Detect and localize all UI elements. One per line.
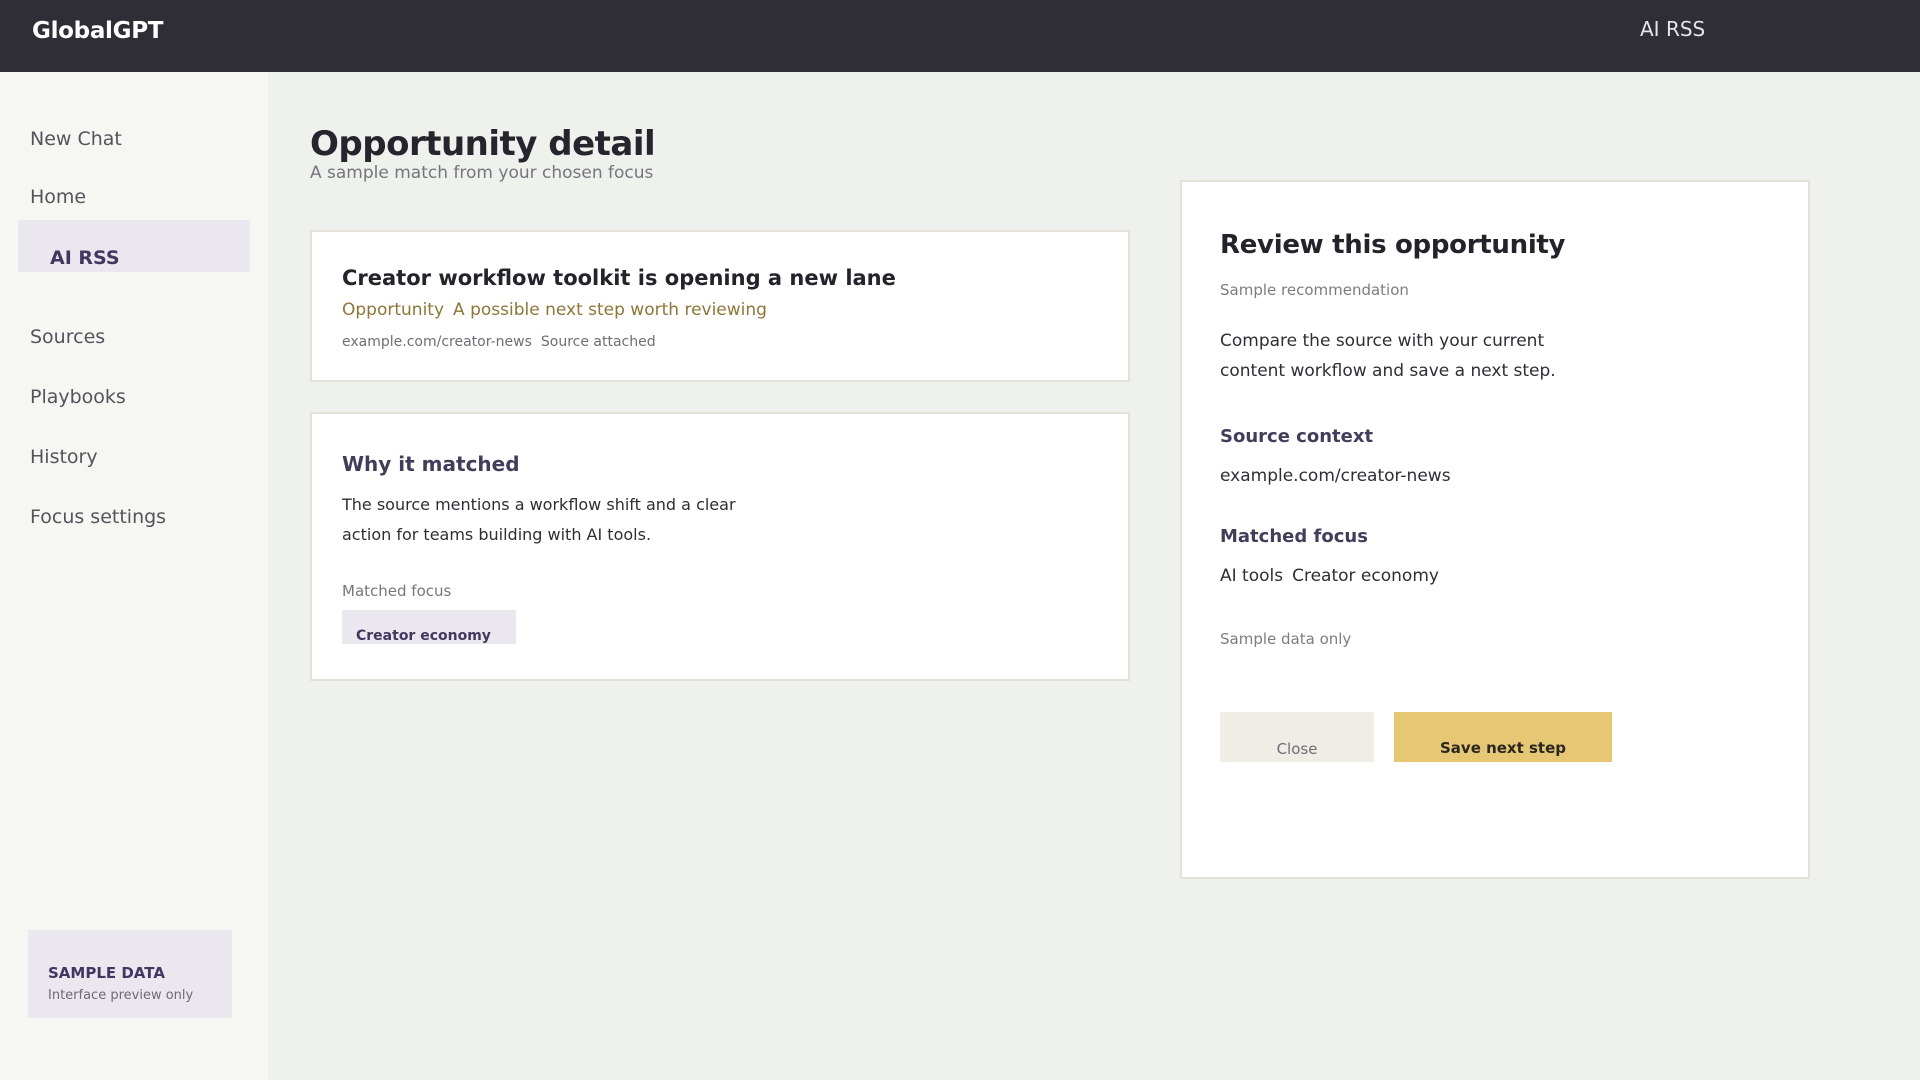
opportunity-source-line: example.com/creator-news Source attached: [342, 334, 656, 350]
source-context-value: example.com/creator-news: [1220, 466, 1451, 486]
review-panel-subtitle: Sample recommendation: [1220, 281, 1409, 299]
page-title: Opportunity detail: [310, 124, 656, 164]
sidebar-item-history[interactable]: History: [30, 446, 98, 468]
focus-tag: AI tools: [1220, 566, 1284, 586]
opportunity-card: Creator workflow toolkit is opening a ne…: [310, 230, 1130, 382]
opportunity-source: example.com/creator-news: [342, 334, 532, 350]
matched-focus-chip: Creator economy: [342, 610, 516, 644]
source-context-heading: Source context: [1220, 426, 1374, 447]
top-bar: GlobalGPT AI RSS: [0, 0, 1920, 72]
opportunity-source-status: Source attached: [540, 334, 656, 350]
opportunity-type: Opportunity: [342, 300, 445, 320]
sidebar-item-home[interactable]: Home: [30, 186, 86, 208]
sample-data-note: Sample data only: [1220, 630, 1352, 648]
why-matched-body: The source mentions a workflow shift and…: [342, 495, 736, 544]
why-matched-card: Why it matched The source mentions a wor…: [310, 412, 1130, 681]
sidebar-item-playbooks[interactable]: Playbooks: [30, 386, 126, 408]
page-subtitle: A sample match from your chosen focus: [310, 163, 654, 183]
sample-data-title: SAMPLE DATA: [48, 964, 165, 982]
sidebar-item-label: AI RSS: [50, 247, 120, 269]
sidebar: New Chat Home AI RSS Sources Playbooks H…: [0, 72, 268, 1080]
close-button[interactable]: Close: [1220, 712, 1374, 762]
brand-logo[interactable]: GlobalGPT: [32, 18, 163, 44]
opportunity-meta: Opportunity A possible next step worth re…: [342, 300, 767, 320]
sidebar-item-ai-rss[interactable]: AI RSS: [18, 220, 250, 272]
review-panel-body: Compare the source with your current con…: [1220, 331, 1556, 381]
matched-focus-chip-label: Creator economy: [356, 628, 491, 644]
matched-focus-label: Matched focus: [342, 582, 452, 600]
save-button-label: Save next step: [1439, 739, 1567, 757]
matched-focus-values: AI tools Creator economy: [1220, 566, 1439, 586]
sidebar-item-new-chat[interactable]: New Chat: [30, 128, 122, 150]
sample-data-subtitle: Interface preview only: [48, 988, 194, 1003]
close-button-label: Close: [1276, 740, 1318, 758]
why-matched-title: Why it matched: [342, 452, 520, 476]
sidebar-item-sources[interactable]: Sources: [30, 326, 105, 348]
opportunity-title: Creator workflow toolkit is opening a ne…: [342, 266, 896, 290]
save-next-step-button[interactable]: Save next step: [1394, 712, 1612, 762]
focus-tag: Creator economy: [1292, 566, 1439, 586]
review-panel-title: Review this opportunity: [1220, 230, 1566, 260]
top-nav-ai-rss[interactable]: AI RSS: [1640, 17, 1705, 41]
opportunity-summary: A possible next step worth reviewing: [453, 300, 767, 320]
review-panel: Review this opportunity Sample recommend…: [1180, 180, 1810, 879]
sidebar-item-focus-settings[interactable]: Focus settings: [30, 506, 166, 528]
matched-focus-heading: Matched focus: [1220, 526, 1368, 547]
sample-data-notice: SAMPLE DATA Interface preview only: [28, 930, 232, 1018]
